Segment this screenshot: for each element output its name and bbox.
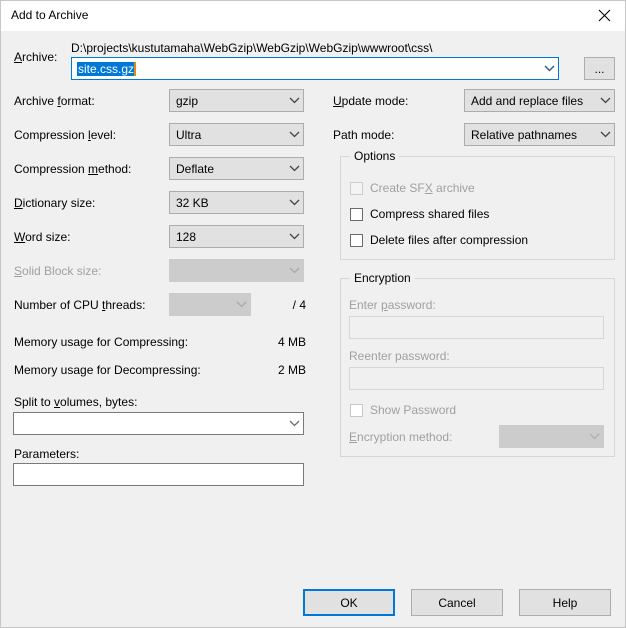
dictionary-size-label: Dictionary size: (14, 196, 96, 210)
word-size-label: Word size: (14, 230, 71, 244)
compression-method-label: Compression method: (14, 162, 132, 176)
options-group-title: Options (350, 149, 400, 163)
checkbox-box[interactable] (350, 233, 363, 247)
archive-name-combo[interactable]: site.css.gz (71, 57, 559, 80)
cpu-threads-total: / 4 (292, 298, 306, 312)
split-volumes-label: Split to volumes, bytes: (14, 395, 138, 409)
update-mode-label: Update mode: (333, 94, 409, 108)
dictionary-size-combo[interactable]: 32 KB (169, 191, 304, 214)
path-mode-combo[interactable]: Relative pathnames (464, 123, 615, 146)
compression-level-combo[interactable]: Ultra (169, 123, 304, 146)
show-password-checkbox: Show Password (350, 403, 456, 417)
archive-format-label: Archive format: (14, 94, 95, 108)
archive-filename: site.css.gz (77, 61, 135, 76)
checkbox-box (350, 403, 363, 417)
close-button[interactable] (582, 1, 625, 30)
cpu-threads-combo (169, 293, 251, 316)
reenter-password-label: Reenter password: (349, 349, 450, 363)
compression-level-label: Compression level: (14, 128, 117, 142)
chevron-down-icon[interactable] (286, 165, 303, 172)
checkbox-box (350, 181, 363, 195)
solid-block-size-label: Solid Block size: (14, 264, 102, 278)
solid-block-size-combo (169, 259, 304, 282)
chevron-down-icon[interactable] (597, 97, 614, 104)
word-size-combo[interactable]: 128 (169, 225, 304, 248)
encryption-method-combo (499, 425, 604, 448)
chevron-down-icon[interactable] (541, 65, 558, 72)
parameters-input[interactable] (13, 463, 304, 486)
checkbox-box[interactable] (350, 207, 363, 221)
compress-shared-checkbox[interactable]: Compress shared files (350, 207, 489, 221)
memory-decompress-label: Memory usage for Decompressing: (14, 363, 201, 377)
enter-password-input (349, 316, 604, 339)
chevron-down-icon (286, 267, 303, 274)
split-volumes-combo[interactable] (13, 412, 304, 435)
parameters-label: Parameters: (14, 447, 80, 461)
archive-label: Archive: (14, 50, 58, 64)
help-button[interactable]: Help (519, 589, 611, 616)
chevron-down-icon (586, 433, 603, 440)
memory-decompress-value: 2 MB (277, 363, 306, 377)
ok-button[interactable]: OK (303, 589, 395, 616)
encryption-group-title: Encryption (350, 271, 415, 285)
chevron-down-icon[interactable] (286, 233, 303, 240)
delete-after-compression-checkbox[interactable]: Delete files after compression (350, 233, 528, 247)
reenter-password-input (349, 367, 604, 390)
cpu-threads-label: Number of CPU threads: (14, 298, 146, 312)
archive-path: D:\projects\kustutamaha\WebGzip\WebGzip\… (71, 41, 433, 55)
memory-compress-label: Memory usage for Compressing: (14, 335, 189, 349)
browse-button[interactable]: ... (584, 57, 615, 80)
archive-format-combo[interactable]: gzip (169, 89, 304, 112)
title-bar: Add to Archive (1, 1, 625, 32)
path-mode-label: Path mode: (333, 128, 395, 142)
memory-compress-value: 4 MB (277, 335, 306, 349)
create-sfx-checkbox: Create SFX archive (350, 181, 475, 195)
window-title: Add to Archive (11, 8, 89, 22)
chevron-down-icon[interactable] (286, 131, 303, 138)
chevron-down-icon[interactable] (286, 97, 303, 104)
encryption-method-label: Encryption method: (349, 430, 453, 444)
add-to-archive-dialog: Add to Archive Archive: D:\projects\kust… (0, 0, 626, 628)
cancel-button[interactable]: Cancel (411, 589, 503, 616)
chevron-down-icon[interactable] (286, 420, 303, 427)
chevron-down-icon[interactable] (286, 199, 303, 206)
enter-password-label: Enter password: (349, 298, 436, 312)
chevron-down-icon[interactable] (597, 131, 614, 138)
compression-method-combo[interactable]: Deflate (169, 157, 304, 180)
update-mode-combo[interactable]: Add and replace files (464, 89, 615, 112)
close-icon (598, 9, 611, 22)
